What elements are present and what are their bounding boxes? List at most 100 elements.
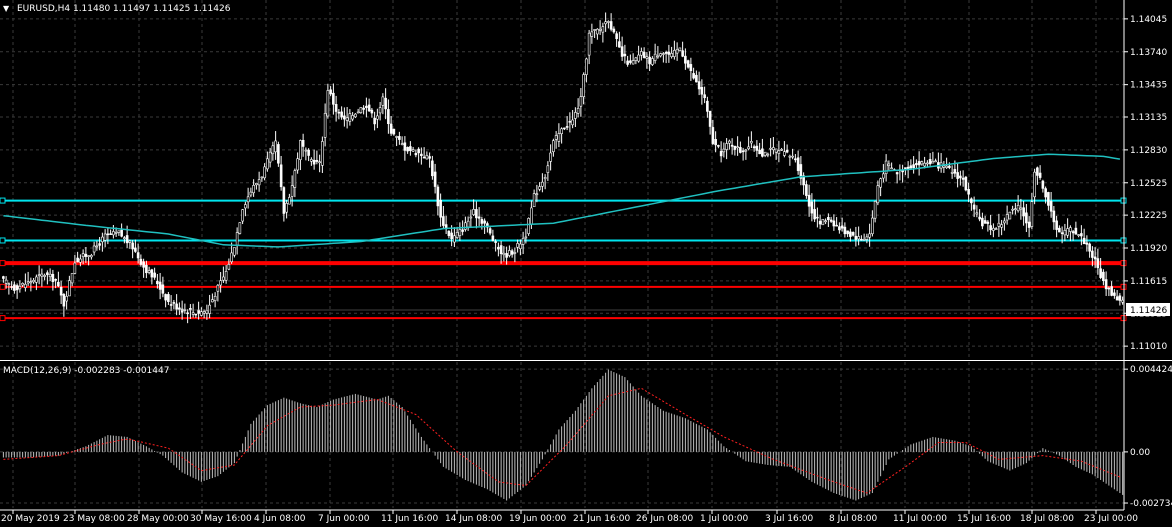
candle-body (882, 173, 885, 179)
candle-body (37, 274, 41, 277)
candle-body (134, 247, 137, 252)
horizontal-line-handle[interactable] (0, 197, 6, 204)
candle-body (890, 167, 893, 170)
candle-body (95, 245, 99, 248)
candle-body (87, 255, 90, 257)
candle-body (681, 50, 684, 57)
candle-body (620, 46, 624, 57)
candle-body (928, 159, 932, 165)
candle-body (398, 136, 401, 140)
horizontal-line-handle[interactable] (0, 260, 6, 267)
candle-body (549, 152, 552, 162)
candle-body (838, 226, 841, 231)
candle-body (475, 209, 478, 219)
candle-body (455, 232, 459, 238)
candle-body (175, 303, 178, 310)
candle-body (497, 246, 500, 250)
candle-body (202, 311, 206, 314)
candle-body (35, 276, 38, 283)
chart-title-arrow-icon: ▼ (3, 4, 10, 13)
candle-body (312, 159, 316, 165)
candle-body (948, 165, 951, 168)
candle-body (1025, 212, 1028, 224)
candle-body (519, 243, 522, 250)
candle-body (244, 204, 247, 209)
candle-body (761, 148, 764, 157)
candle-body (530, 207, 533, 225)
candle-body (1104, 279, 1108, 290)
candle-body (282, 187, 286, 214)
candle-body (648, 56, 651, 65)
candle-body (967, 189, 970, 195)
candle-body (673, 50, 676, 57)
candle-body (334, 104, 338, 112)
candle-body (191, 312, 195, 315)
horizontal-line-handle[interactable] (0, 283, 6, 290)
candle-body (315, 159, 319, 162)
candle-body (912, 164, 915, 168)
candle-body (862, 239, 866, 241)
candle-body (1005, 214, 1009, 221)
candle-body (450, 232, 453, 240)
candle-body (766, 153, 770, 156)
candle-body (299, 140, 302, 160)
candle-body (915, 163, 918, 166)
time-tick-label: 20 May 2019 (1, 514, 60, 524)
candle-body (260, 176, 264, 179)
candle-body (970, 198, 973, 204)
horizontal-line-handle[interactable] (0, 237, 6, 244)
candle-body (178, 307, 181, 310)
candle-body (670, 53, 673, 57)
candle-body (758, 149, 761, 155)
candle-body (15, 285, 19, 291)
candle-body (340, 111, 343, 118)
price-tick-label: 1.11920 (1130, 244, 1167, 254)
candle-body (150, 269, 154, 278)
candle-body (147, 270, 151, 273)
candle-body (428, 156, 431, 159)
candle-body (2, 276, 5, 279)
candle-body (1000, 224, 1003, 228)
candle-body (1121, 299, 1124, 303)
candle-body (238, 222, 242, 234)
candle-body (277, 144, 280, 164)
candle-body (538, 186, 541, 190)
candle-body (601, 26, 605, 33)
candle-body (796, 157, 800, 171)
candle-body (557, 133, 561, 142)
candle-body (612, 28, 616, 33)
candle-body (409, 146, 412, 151)
candle-body (1074, 227, 1078, 235)
candle-body (546, 165, 550, 173)
candle-body (846, 230, 849, 235)
candle-body (1071, 231, 1075, 234)
candle-body (945, 165, 948, 168)
candle-body (807, 194, 811, 207)
candle-body (926, 162, 929, 165)
candle-body (780, 149, 783, 151)
candle-body (854, 235, 858, 240)
candle-body (62, 294, 66, 307)
macd-tick-label: 0.004424 (1130, 365, 1172, 375)
macd-tick-label: 0.00 (1130, 448, 1150, 458)
candle-body (1118, 295, 1122, 301)
candle-body (508, 250, 511, 256)
candle-body (975, 212, 979, 215)
candle-body (92, 245, 96, 253)
candle-body (942, 165, 946, 168)
horizontal-line-handle[interactable] (0, 315, 6, 322)
time-tick-label: 14 Jun 08:00 (445, 514, 502, 524)
candle-body (1107, 287, 1111, 290)
candle-body (805, 184, 808, 196)
candle-body (332, 92, 335, 105)
candle-body (241, 209, 244, 222)
trading-chart[interactable]: 1.14045 1.13740 1.13435 1.13135 1.12830 1.125… (0, 0, 1172, 527)
candle-body (57, 281, 60, 287)
candle-body (301, 139, 305, 147)
candle-body (904, 167, 907, 169)
candle-body (956, 172, 959, 179)
time-tick-label: 1 Jul 00:00 (700, 514, 749, 524)
candle-body (235, 232, 239, 246)
candle-body (136, 252, 140, 259)
candle-body (161, 284, 165, 294)
